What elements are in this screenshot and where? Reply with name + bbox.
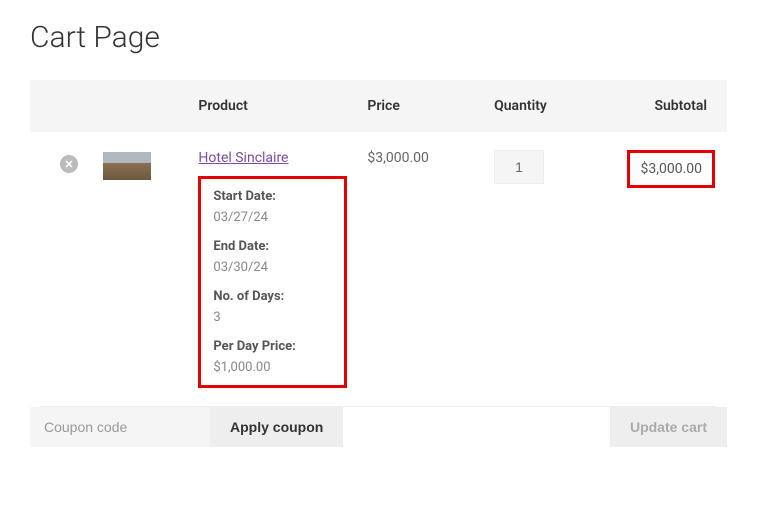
page-title: Cart Page xyxy=(30,20,727,55)
cart-table: Product Price Quantity Subtotal ✕ Hotel … xyxy=(30,80,727,407)
booking-details: Start Date: 03/27/24 End Date: 03/30/24 … xyxy=(198,176,347,388)
table-row: ✕ Hotel Sinclaire Start Date: 03/27/24 E… xyxy=(30,132,727,406)
quantity-input[interactable] xyxy=(494,150,544,184)
days-value: 3 xyxy=(213,310,332,325)
price-cell: $3,000.00 xyxy=(357,132,484,406)
product-link[interactable]: Hotel Sinclaire xyxy=(198,150,288,166)
coupon-input[interactable] xyxy=(30,407,210,447)
days-label: No. of Days: xyxy=(213,289,332,304)
start-date-label: Start Date: xyxy=(213,189,332,204)
header-subtotal: Subtotal xyxy=(600,80,727,132)
start-date-value: 03/27/24 xyxy=(213,210,332,225)
header-price: Price xyxy=(357,80,484,132)
per-day-label: Per Day Price: xyxy=(213,339,332,354)
remove-icon[interactable]: ✕ xyxy=(60,155,78,173)
header-product: Product xyxy=(188,80,357,132)
product-thumbnail[interactable] xyxy=(103,152,151,180)
end-date-value: 03/30/24 xyxy=(213,260,332,275)
apply-coupon-button[interactable]: Apply coupon xyxy=(210,407,343,447)
cart-actions: Apply coupon Update cart xyxy=(30,407,727,447)
end-date-label: End Date: xyxy=(213,239,332,254)
subtotal-value: $3,000.00 xyxy=(627,150,715,188)
per-day-value: $1,000.00 xyxy=(213,360,332,375)
update-cart-button[interactable]: Update cart xyxy=(610,407,727,447)
header-quantity: Quantity xyxy=(484,80,600,132)
